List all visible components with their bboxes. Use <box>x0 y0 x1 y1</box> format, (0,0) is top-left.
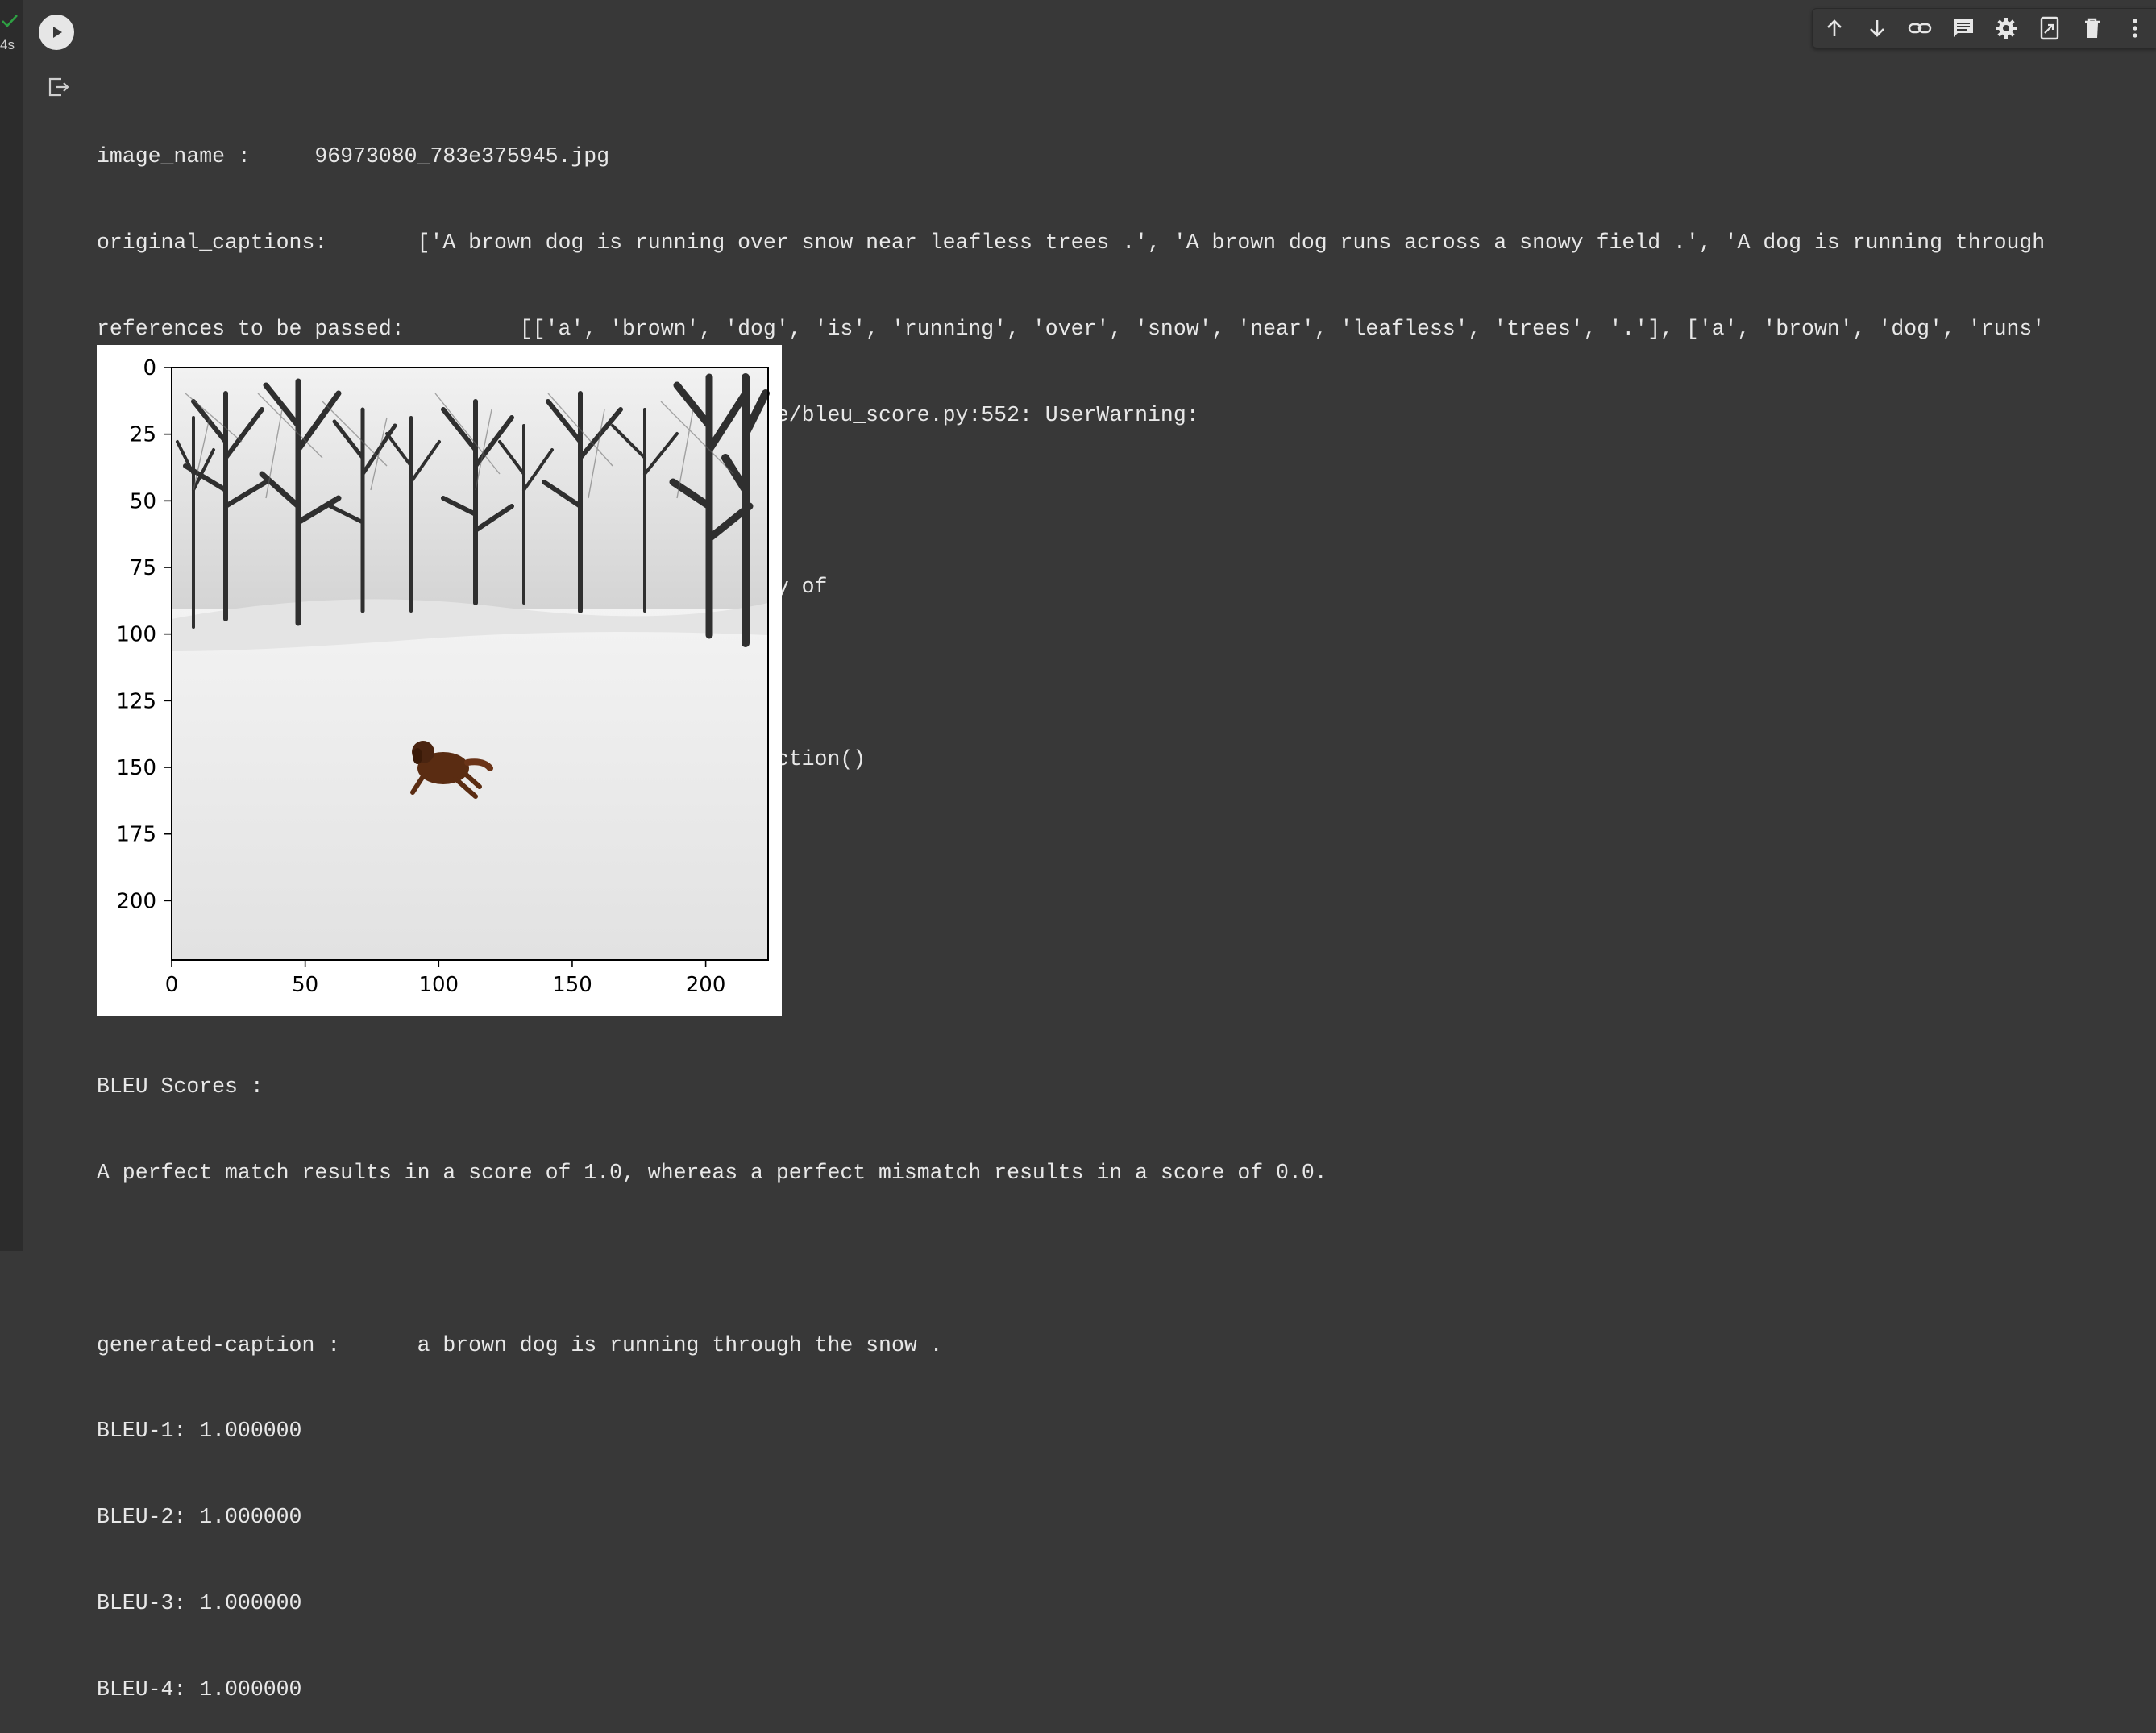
bleu-1-score: BLEU-1: 1.000000 <box>97 1419 302 1444</box>
bleu-2-score: BLEU-2: 1.000000 <box>97 1505 302 1530</box>
output-line: image_name : 96973080_783e375945.jpg <box>97 144 610 169</box>
y-tick-label: 0 <box>143 356 156 380</box>
y-tick-label: 75 <box>130 556 156 580</box>
play-icon <box>53 27 62 38</box>
bleu-4-score: BLEU-4: 1.000000 <box>97 1677 302 1702</box>
execution-time: 4s <box>0 37 15 52</box>
comment-icon <box>1953 19 1973 37</box>
arrow-down-icon <box>1870 20 1884 37</box>
more-actions-button[interactable] <box>2114 9 2156 48</box>
bleu-results: BLEU Scores : A perfect match results in… <box>97 1016 2156 1733</box>
bleu-3-score: BLEU-3: 1.000000 <box>97 1590 302 1615</box>
results-line: BLEU Scores : <box>97 1074 264 1099</box>
x-tick-label: 200 <box>686 973 726 997</box>
y-tick-label: 25 <box>130 423 156 447</box>
y-tick-label: 175 <box>116 823 156 847</box>
move-down-button[interactable] <box>1855 9 1898 48</box>
cell-gutter: 4s <box>0 0 23 1251</box>
link-icon <box>1909 23 1932 34</box>
x-tick-label: 50 <box>292 973 318 997</box>
generated-caption-line: generated-caption : a brown dog is runni… <box>97 1332 943 1357</box>
y-tick-label: 125 <box>116 689 156 713</box>
arrow-up-icon <box>1826 19 1842 36</box>
mirror-cell-button[interactable] <box>2028 9 2071 48</box>
delete-cell-button[interactable] <box>2071 9 2113 48</box>
more-vert-icon <box>2133 19 2137 38</box>
x-tick-label: 150 <box>552 973 592 997</box>
y-tick-label: 50 <box>130 489 156 513</box>
check-icon <box>2 15 18 27</box>
copy-link-button[interactable] <box>1899 9 1942 48</box>
run-cell-button[interactable] <box>39 15 74 50</box>
cell-settings-button[interactable] <box>1985 9 2028 48</box>
cell-toolbar <box>1812 8 2156 48</box>
matplotlib-figure: 0 50 100 150 200 0 25 50 75 100 125 150 … <box>97 345 782 1016</box>
gear-icon <box>1996 18 2017 39</box>
output-line: references to be passed: [['a', 'brown',… <box>97 316 2046 341</box>
image-plot: 0 50 100 150 200 0 25 50 75 100 125 150 … <box>116 356 770 997</box>
results-line: A perfect match results in a score of 1.… <box>97 1160 1327 1185</box>
output-redirect-icon[interactable] <box>45 74 71 100</box>
move-up-button[interactable] <box>1813 9 1855 48</box>
y-tick-label: 150 <box>116 756 156 780</box>
x-tick-label: 100 <box>418 973 459 997</box>
trash-icon <box>2084 18 2100 38</box>
y-tick-label: 200 <box>116 889 156 913</box>
results-line <box>97 1245 2156 1274</box>
add-comment-button[interactable] <box>1942 9 1984 48</box>
mirror-cell-icon <box>2040 16 2058 40</box>
snow-photo <box>172 368 770 960</box>
x-tick-label: 0 <box>165 973 179 997</box>
y-tick-label: 100 <box>116 623 156 647</box>
output-line: original_captions: ['A brown dog is runn… <box>97 230 2046 255</box>
